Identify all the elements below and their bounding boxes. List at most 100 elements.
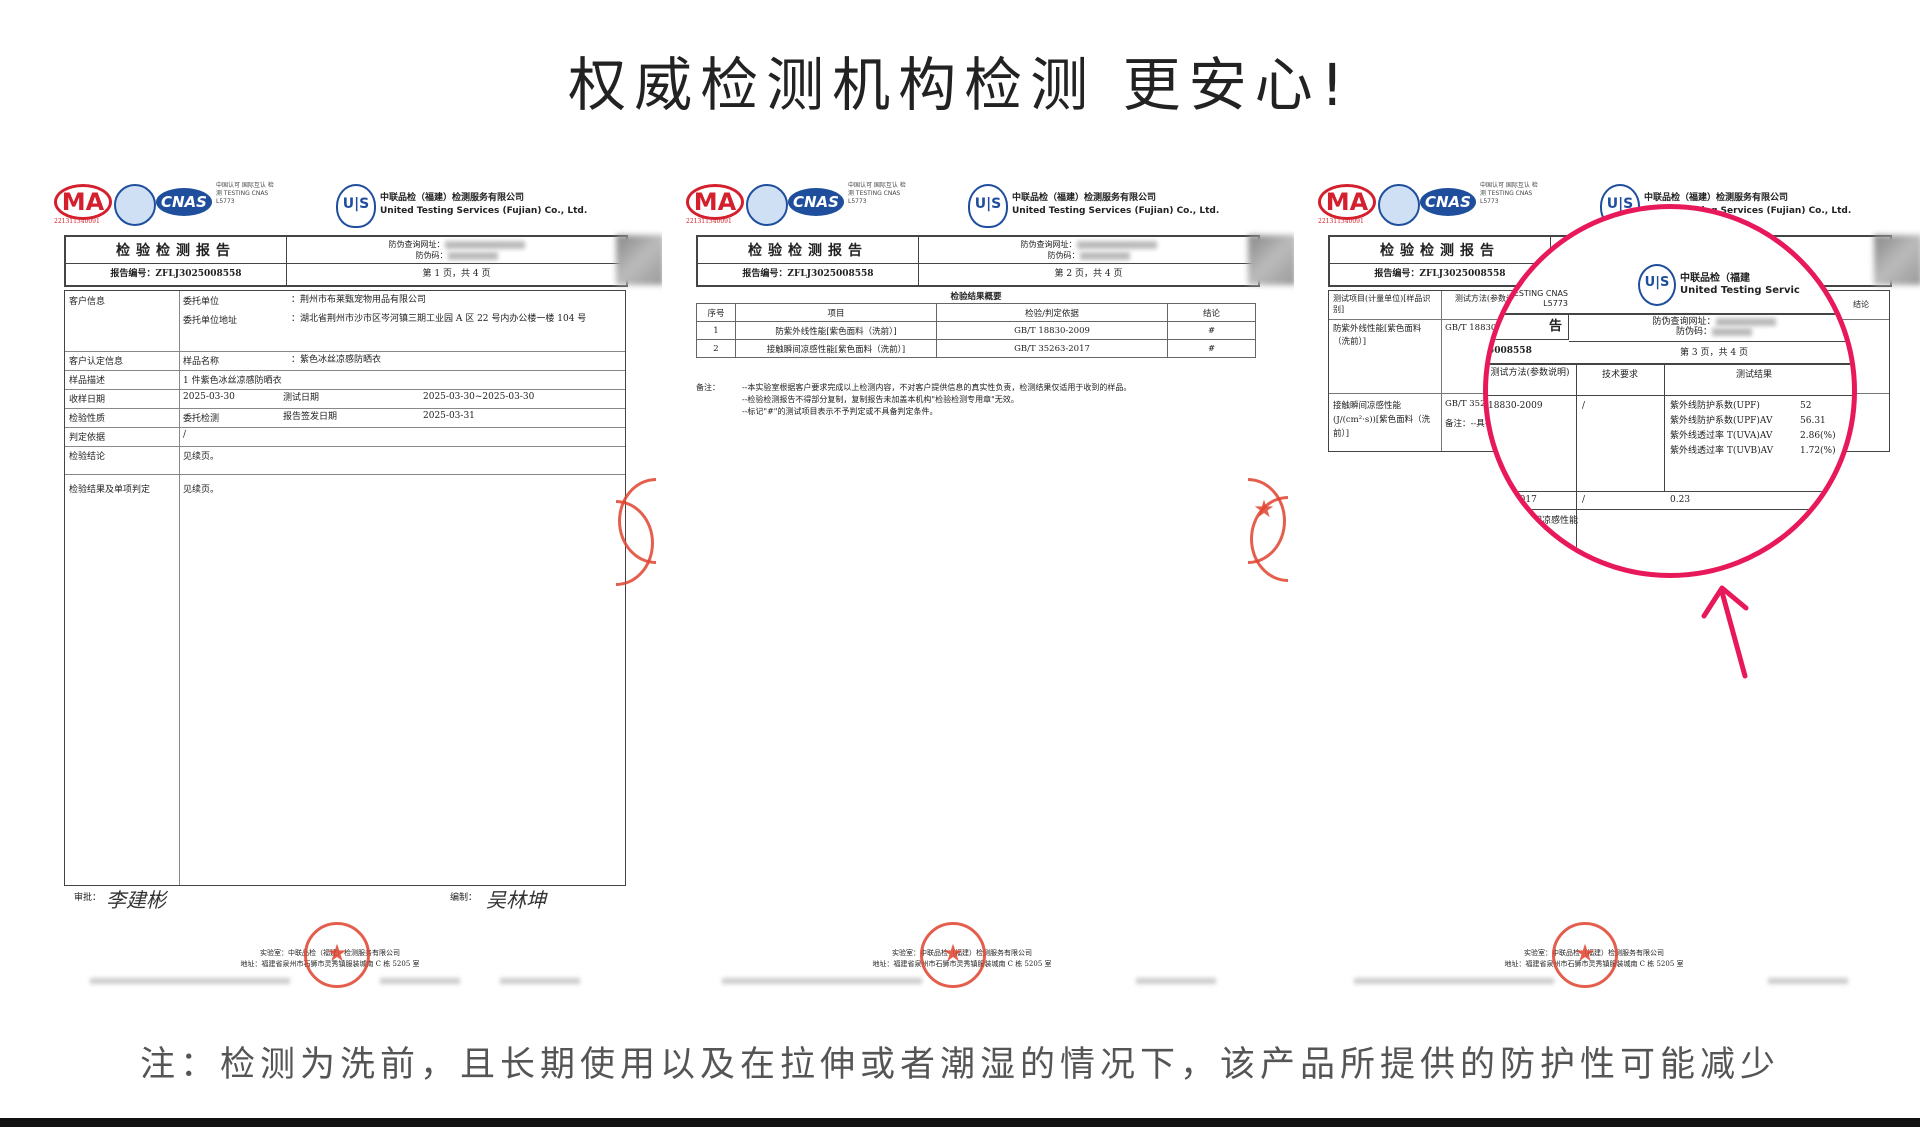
- test-date: 2025-03-30~2025-03-30: [423, 392, 535, 402]
- company-name-cn: 中联品检（福建: [1680, 273, 1750, 284]
- table-row: 检验性质 委托检测 报告签发日期 2025-03-31: [65, 408, 625, 428]
- uts-logo: U|S: [1638, 264, 1676, 306]
- cell: GB/T 35263-2017: [936, 339, 1168, 358]
- ma-logo: MA: [1318, 184, 1376, 220]
- header-cell: 结论: [1167, 303, 1256, 322]
- cert-text: 中国认可 国际互认 检测 TESTING CNAS L5773: [216, 182, 274, 205]
- company-name-en: United Testing Services (Fujian) Co., Lt…: [1012, 206, 1220, 216]
- official-seal-icon: ★: [1552, 922, 1618, 988]
- table-row: 2 接触瞬间凉感性能[紫色面料（洗前）] GB/T 35263-2017 #: [696, 339, 1256, 358]
- title-tail: 告: [1488, 315, 1569, 340]
- table-row: 客户信息 委托单位 ：荆州市布莱甄宠物用品有限公司 委托单位地址 ：湖北省荆州市…: [65, 291, 625, 352]
- ilac-logo-icon: [114, 184, 156, 226]
- report-header: MA 221311340091 CNAS 中国认可 国际互认 检测 TESTIN…: [42, 178, 622, 234]
- result-label: 紫外线防护系数(UPF): [1670, 401, 1760, 411]
- result-row: 紫外线透过率 T(UVA)AV 2.86(%): [1670, 429, 1852, 444]
- table-row: 1 防紫外线性能[紫色面料（洗前）] GB/T 18830-2009 #: [696, 321, 1256, 340]
- summary-title: 检验结果概要: [950, 292, 1002, 302]
- nature-label: 检验性质: [69, 414, 106, 424]
- report-page-1: MA 221311340091 CNAS 中国认可 国际互认 检测 TESTIN…: [30, 178, 664, 998]
- cert-text: 中国认可 国际互认 检测 TESTING CNAS L5773: [848, 182, 906, 205]
- verify-site-label: 防伪查询网址：: [1020, 240, 1077, 249]
- report-title: 检验检测报告: [698, 239, 918, 264]
- result-row: 紫外线防护系数(UPF) 52: [1670, 399, 1852, 414]
- summary-table: 序号 项目 检验/判定依据 结论 1 防紫外线性能[紫色面料（洗前）] GB/T…: [696, 303, 1256, 358]
- company-name-en: United Testing Services (Fujian) Co., Lt…: [380, 206, 588, 216]
- results: 见续页。: [183, 485, 220, 495]
- results-list: 紫外线防护系数(UPF) 52 紫外线防护系数(UPF)AV 56.31 紫外线透过…: [1670, 399, 1852, 459]
- issue-date: 2025-03-31: [423, 411, 475, 421]
- result-label: 紫外线透过率 T(UVA)AV: [1670, 431, 1773, 441]
- result-value: 56.31: [1800, 416, 1826, 426]
- result-value: 2.86(%): [1800, 431, 1836, 441]
- ma-number: 221311340091: [686, 218, 732, 225]
- header-cell: 序号: [696, 303, 736, 322]
- ilac-logo-icon: [746, 184, 788, 226]
- editor-label: 编制：: [450, 893, 478, 903]
- company-name-cn: 中联品检（福建）检测服务有限公司: [1012, 193, 1157, 203]
- result-label: 紫外线透过率 T(UVB)AV: [1670, 446, 1774, 456]
- conclusion: 见续页。: [183, 452, 220, 462]
- page-number: 第 3 页，共 4 页: [1569, 341, 1852, 364]
- verify-info: 防伪查询网址： 防伪码：: [919, 239, 1258, 264]
- report-header: MA 221311340091 CNAS 中国认可 国际互认 检测 TESTIN…: [674, 178, 1254, 234]
- sample-desc: 1 件紫色冰丝凉感防晒衣: [183, 376, 282, 386]
- side-seal-icon: [1250, 496, 1288, 582]
- table-row: 收样日期 2025-03-30 测试日期 2025-03-30~2025-03-…: [65, 389, 625, 409]
- header-cell: 项目: [735, 303, 937, 322]
- ma-number: 221311340091: [1318, 218, 1364, 225]
- page-number: 第 1 页，共 4 页: [422, 269, 491, 279]
- cell: #: [1167, 339, 1256, 358]
- cell: GB/T 18830-2009: [936, 321, 1168, 340]
- ma-logo: MA: [54, 184, 112, 220]
- receive-label: 收样日期: [69, 395, 106, 405]
- confirm-label: 客户认定信息: [69, 357, 124, 367]
- header-cell: 测试结果: [1735, 370, 1772, 380]
- qr-code-blurred: [1248, 235, 1296, 285]
- header-cell: 测试方法(参数说明): [1490, 368, 1570, 378]
- remark-line: --检验检测报告不得部分复制，复制报告未加盖本机构"检验检测专用章"无效。: [742, 395, 1019, 404]
- verify-site-label: 防伪查询网址：: [1652, 317, 1716, 327]
- remark-line: --标记"#"的测试项目表示不予判定或不具备判定条件。: [742, 407, 938, 416]
- table-row: 样品描述 1 件紫色冰丝凉感防晒衣: [65, 370, 625, 390]
- result-value: 52: [1800, 401, 1812, 411]
- report-number-tail: 5008558: [1488, 346, 1532, 356]
- req2: /: [1582, 495, 1586, 505]
- cnas-logo: CNAS: [156, 188, 212, 216]
- client-addr: ：湖北省荆州市沙市区岑河镇三期工业园 A 区 22 号内办公楼一楼 104 号: [291, 314, 587, 324]
- approver-label: 审批：: [74, 893, 102, 903]
- ma-logo: MA: [686, 184, 744, 220]
- sample-name: ：紫色冰丝凉感防晒衣: [291, 355, 382, 365]
- remark-line: --本实验室根据客户要求完成以上检测内容，不对客户提供信息的真实性负责，检测结果…: [742, 383, 1132, 392]
- results-label: 检验结果及单项判定: [69, 485, 151, 495]
- qr-code-blurred: [616, 235, 664, 285]
- remarks-label: 备注：: [696, 383, 720, 392]
- table-row: 检验结论 见续页。: [65, 446, 625, 475]
- info-table: 客户信息 委托单位 ：荆州市布莱甄宠物用品有限公司 委托单位地址 ：湖北省荆州市…: [64, 290, 626, 886]
- ma-number: 221311340091: [54, 218, 100, 225]
- zoom-header-row: 测试方法(参数说明) 技术要求 测试结果: [1488, 365, 1852, 396]
- method1: 18830-2009: [1488, 401, 1543, 411]
- cell: #: [1167, 321, 1256, 340]
- result-value: 1.72(%): [1800, 446, 1836, 456]
- report-page-2: MA 221311340091 CNAS 中国认可 国际互认 检测 TESTIN…: [618, 178, 1296, 998]
- cell: 1: [696, 321, 736, 340]
- item2: 接触瞬间凉感性能(J/(cm²·s))[紫色面料（洗前）]: [1333, 401, 1431, 439]
- headline: 权威检测机构检测 更安心!: [568, 51, 1352, 119]
- official-seal-icon: ★: [920, 922, 986, 988]
- bottom-bar: [0, 1118, 1920, 1127]
- verify-code-label: 防伪码：: [1047, 251, 1080, 260]
- verify-info: 防伪查询网址： 防伪码：: [287, 239, 626, 264]
- result2: 0.23: [1670, 495, 1691, 505]
- client-label: 客户信息: [69, 297, 106, 307]
- ilac-logo-icon: [1378, 184, 1420, 226]
- cell: 防紫外线性能[紫色面料（洗前）]: [735, 321, 937, 340]
- header-cell: 检验/判定依据: [936, 303, 1168, 322]
- cell: 2: [696, 339, 736, 358]
- company-name-cn: 中联品检（福建）检测服务有限公司: [380, 193, 525, 203]
- verify-info: 防伪查询网址： 防伪码：: [1569, 317, 1852, 337]
- method2: 5263-2017: [1488, 495, 1537, 505]
- cnas-logo: CNAS: [788, 188, 844, 216]
- zoom-magnifier: U|S 中联品检（福建 United Testing Servic TESTIN…: [1483, 204, 1857, 578]
- report-number: 报告编号：ZFLJ3025008558: [110, 269, 242, 279]
